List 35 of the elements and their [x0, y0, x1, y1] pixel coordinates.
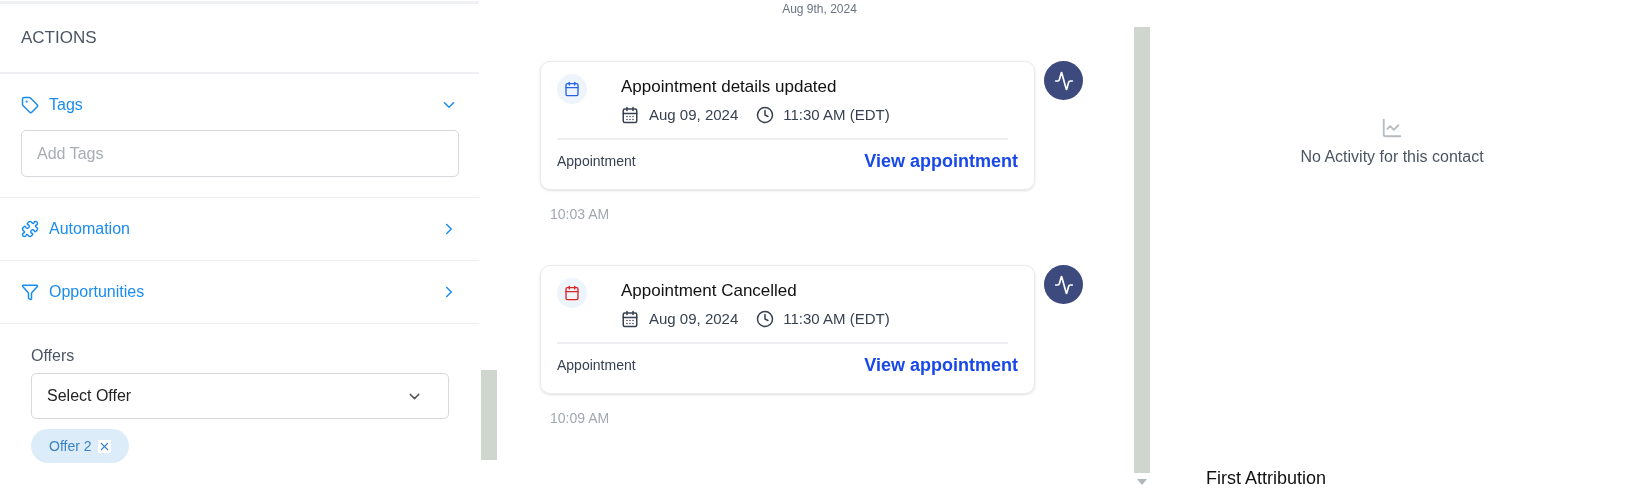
clock-icon [756, 105, 775, 124]
view-appointment-link[interactable]: View appointment [864, 352, 1018, 379]
logged-time: 10:09 AM [550, 409, 611, 428]
view-appointment-link[interactable]: View appointment [864, 148, 1018, 175]
event-time: 11:30 AM (EDT) [783, 104, 890, 125]
scroll-down-icon[interactable] [1137, 479, 1147, 485]
activity-icon [1053, 274, 1074, 295]
tag-icon [21, 96, 39, 114]
event-date: Aug 09, 2024 [649, 104, 739, 125]
section-heading: First Attribution [1206, 468, 1327, 488]
event-title: Appointment Cancelled [621, 280, 798, 302]
activity-icon [1053, 70, 1074, 91]
event-title: Appointment details updated [621, 76, 838, 98]
accordion-header[interactable]: Opportunities [21, 261, 458, 323]
calendar-icon [621, 105, 639, 124]
event-category: Appointment [557, 356, 636, 375]
puzzle-icon [21, 220, 39, 238]
tags-input-field[interactable]: Add Tags [21, 130, 459, 177]
event-time: 11:30 AM (EDT) [783, 308, 890, 329]
scrollbar-thumb[interactable] [1134, 27, 1150, 473]
accordion-header[interactable]: Automation [21, 198, 458, 260]
empty-message: No Activity for this contact [1300, 147, 1484, 167]
offer-chip: Offer 2 [31, 429, 129, 463]
offer-select[interactable]: Select Offer [31, 373, 449, 419]
filter-icon [21, 283, 39, 301]
offers-label: Offers [31, 346, 76, 366]
clock-icon [756, 309, 775, 328]
event-category: Appointment [557, 152, 636, 171]
date-divider: Aug 9th, 2024 [782, 2, 857, 16]
calendar-icon [621, 309, 639, 328]
logged-time: 10:03 AM [550, 205, 611, 224]
remove-icon[interactable] [97, 439, 111, 453]
section-title: ACTIONS [21, 27, 97, 50]
event-date: Aug 09, 2024 [649, 308, 739, 329]
scrollbar-thumb[interactable] [481, 370, 497, 460]
